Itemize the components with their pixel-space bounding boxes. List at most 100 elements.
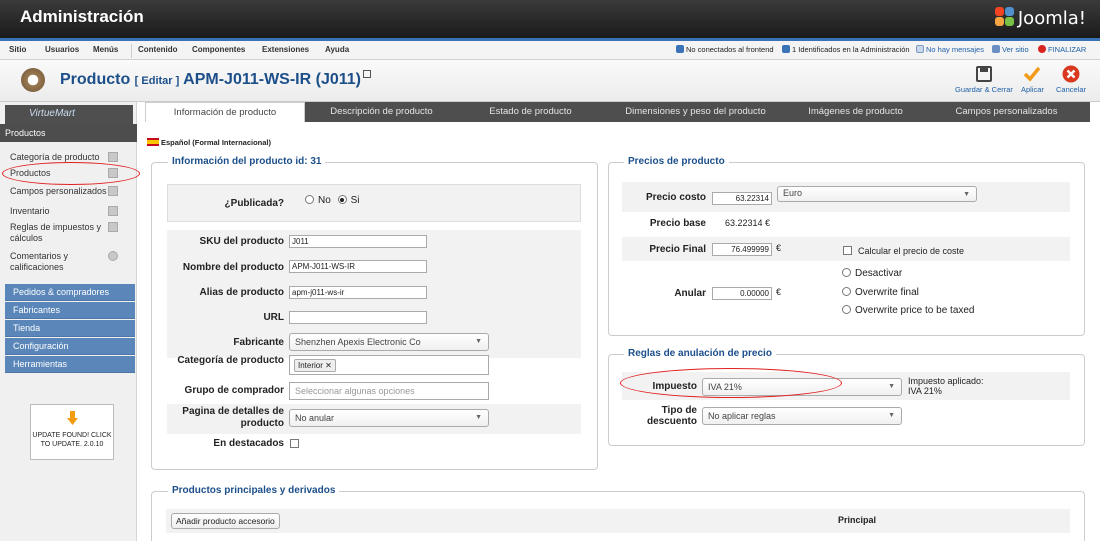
name-input[interactable]: APM-J011-WS-IR: [289, 260, 427, 273]
add-accessory-button[interactable]: Añadir producto accesorio: [171, 513, 280, 529]
joomla-logo-icon: [994, 7, 1015, 27]
tab-informacion[interactable]: Información de producto: [145, 102, 305, 122]
sidebar-group-pedidos[interactable]: Pedidos & compradores: [5, 284, 135, 301]
override-input[interactable]: 0.00000: [712, 287, 772, 300]
details-select[interactable]: No anular ▼: [289, 409, 489, 427]
toolbar: Producto [ Editar ] APM-J011-WS-IR (J011…: [0, 60, 1100, 102]
calc-cost-checkbox[interactable]: [843, 246, 852, 255]
featured-label: En destacados: [213, 438, 284, 449]
monitor-icon: [992, 45, 1000, 53]
custom-fields-icon: [108, 186, 118, 196]
sidebar-group-tienda[interactable]: Tienda: [5, 320, 135, 337]
comments-icon: [108, 251, 118, 261]
alias-input[interactable]: apm-j011-ws-ir: [289, 286, 427, 299]
currency-select[interactable]: Euro ▼: [777, 186, 977, 202]
users-icon: [782, 45, 790, 53]
category-multiselect[interactable]: Interior ✕: [289, 355, 489, 375]
alias-label: Alias de producto: [199, 287, 284, 298]
group-input[interactable]: Seleccionar algunas opciones: [289, 382, 489, 400]
language-indicator: Español (Formal Internacional): [147, 138, 271, 147]
download-arrow-icon: [67, 411, 78, 425]
rules-legend: Reglas de anulación de precio: [624, 348, 776, 359]
featured-checkbox[interactable]: [290, 439, 299, 448]
radio-taxed[interactable]: [842, 305, 851, 314]
radio-si[interactable]: [337, 195, 347, 204]
sidebar: VirtueMart Productos Categoría de produc…: [0, 102, 140, 541]
remove-tag-icon[interactable]: ✕: [325, 361, 332, 370]
joomla-brand-text: Joomla!: [1017, 8, 1086, 29]
opt-overwrite[interactable]: Overwrite final: [842, 287, 919, 298]
sidebar-item-campos[interactable]: Campos personalizados: [10, 186, 107, 197]
principal-column: Principal: [838, 515, 877, 525]
main-menu: Sitio Usuarios Menús Contenido Component…: [0, 38, 1100, 60]
tab-campos[interactable]: Campos personalizados: [923, 102, 1090, 122]
view-site-link[interactable]: Ver sitio: [992, 45, 1029, 54]
radio-no[interactable]: [305, 195, 314, 204]
admin-status: 1 Identificados en la Administración: [782, 45, 910, 54]
discount-select[interactable]: No aplicar reglas ▼: [702, 407, 902, 425]
product-name: APM-J011-WS-IR (J011): [183, 71, 361, 88]
folder-icon: [108, 152, 118, 162]
chevron-down-icon: ▼: [963, 191, 970, 198]
product-info-legend: Información del producto id: 31: [168, 156, 326, 167]
name-label: Nombre del producto: [182, 262, 284, 273]
tab-imagenes[interactable]: Imágenes de producto: [788, 102, 923, 122]
update-button[interactable]: UPDATE FOUND! CLICK TO UPDATE. 2.0.10: [30, 404, 114, 460]
logout-link[interactable]: FINALIZAR: [1038, 45, 1086, 54]
admin-title: Administración: [20, 7, 144, 26]
messages-link[interactable]: No hay mensajes: [916, 45, 984, 54]
radio-disable[interactable]: [842, 268, 851, 277]
cost-label: Precio costo: [645, 192, 706, 203]
sidebar-item-comentarios[interactable]: Comentarios y calificaciones: [10, 251, 100, 273]
external-link-icon[interactable]: [363, 70, 371, 78]
tab-bar: Información de producto Descripción de p…: [145, 102, 1090, 122]
url-label: URL: [263, 312, 284, 323]
category-tag[interactable]: Interior ✕: [294, 359, 336, 372]
tab-descripcion[interactable]: Descripción de producto: [305, 102, 458, 122]
base-label: Precio base: [649, 218, 706, 229]
save-icon: [975, 66, 992, 82]
manufacturer-select[interactable]: Shenzhen Apexis Electronic Co ▼: [289, 333, 489, 351]
opt-disable[interactable]: Desactivar: [842, 268, 902, 279]
joomla-logo[interactable]: Joomla!: [994, 7, 1086, 29]
admin-header: Administración Joomla!: [0, 0, 1100, 38]
sidebar-item-reglas[interactable]: Reglas de impuestos y cálculos: [10, 222, 102, 244]
sidebar-group-configuracion[interactable]: Configuración: [5, 338, 135, 355]
menu-extensiones[interactable]: Extensiones: [262, 45, 309, 54]
override-currency: €: [776, 287, 782, 297]
menu-sitio[interactable]: Sitio: [9, 45, 26, 54]
menu-menus[interactable]: Menús: [93, 45, 118, 54]
sidebar-group-fabricantes[interactable]: Fabricantes: [5, 302, 135, 319]
product-icon: [21, 68, 45, 92]
sku-input[interactable]: J011: [289, 235, 427, 248]
save-close-button[interactable]: Guardar & Cerrar: [955, 65, 1013, 94]
inventory-icon: [108, 206, 118, 216]
menu-contenido[interactable]: Contenido: [138, 45, 178, 54]
frontend-status: No conectados al frontend: [676, 45, 774, 54]
calculator-icon: [108, 222, 118, 232]
apply-button[interactable]: Aplicar: [1021, 65, 1044, 94]
sku-label: SKU del producto: [199, 236, 284, 247]
users-icon: [676, 45, 684, 53]
edit-label: [ Editar ]: [134, 75, 180, 87]
sidebar-item-inventario[interactable]: Inventario: [10, 206, 50, 217]
published-radios: No Si: [305, 195, 359, 206]
cost-input[interactable]: 63.22314: [712, 192, 772, 205]
tab-dimensiones[interactable]: Dimensiones y peso del producto: [603, 102, 788, 122]
opt-taxed[interactable]: Overwrite price to be taxed: [842, 305, 975, 316]
url-input[interactable]: [289, 311, 427, 324]
published-label: ¿Publicada?: [224, 198, 284, 209]
menu-usuarios[interactable]: Usuarios: [45, 45, 79, 54]
final-input[interactable]: 76.499999: [712, 243, 772, 256]
menu-componentes[interactable]: Componentes: [192, 45, 245, 54]
sidebar-section-productos[interactable]: Productos: [0, 124, 137, 142]
related-legend: Productos principales y derivados: [168, 485, 340, 496]
cancel-button[interactable]: Cancelar: [1056, 65, 1086, 94]
sidebar-group-herramientas[interactable]: Herramientas: [5, 356, 135, 373]
menu-ayuda[interactable]: Ayuda: [325, 45, 349, 54]
related-header-row: [166, 509, 1070, 533]
check-icon: [1024, 66, 1041, 82]
tab-estado[interactable]: Estado de producto: [458, 102, 603, 122]
radio-overwrite[interactable]: [842, 287, 851, 296]
prices-legend: Precios de producto: [624, 156, 729, 167]
